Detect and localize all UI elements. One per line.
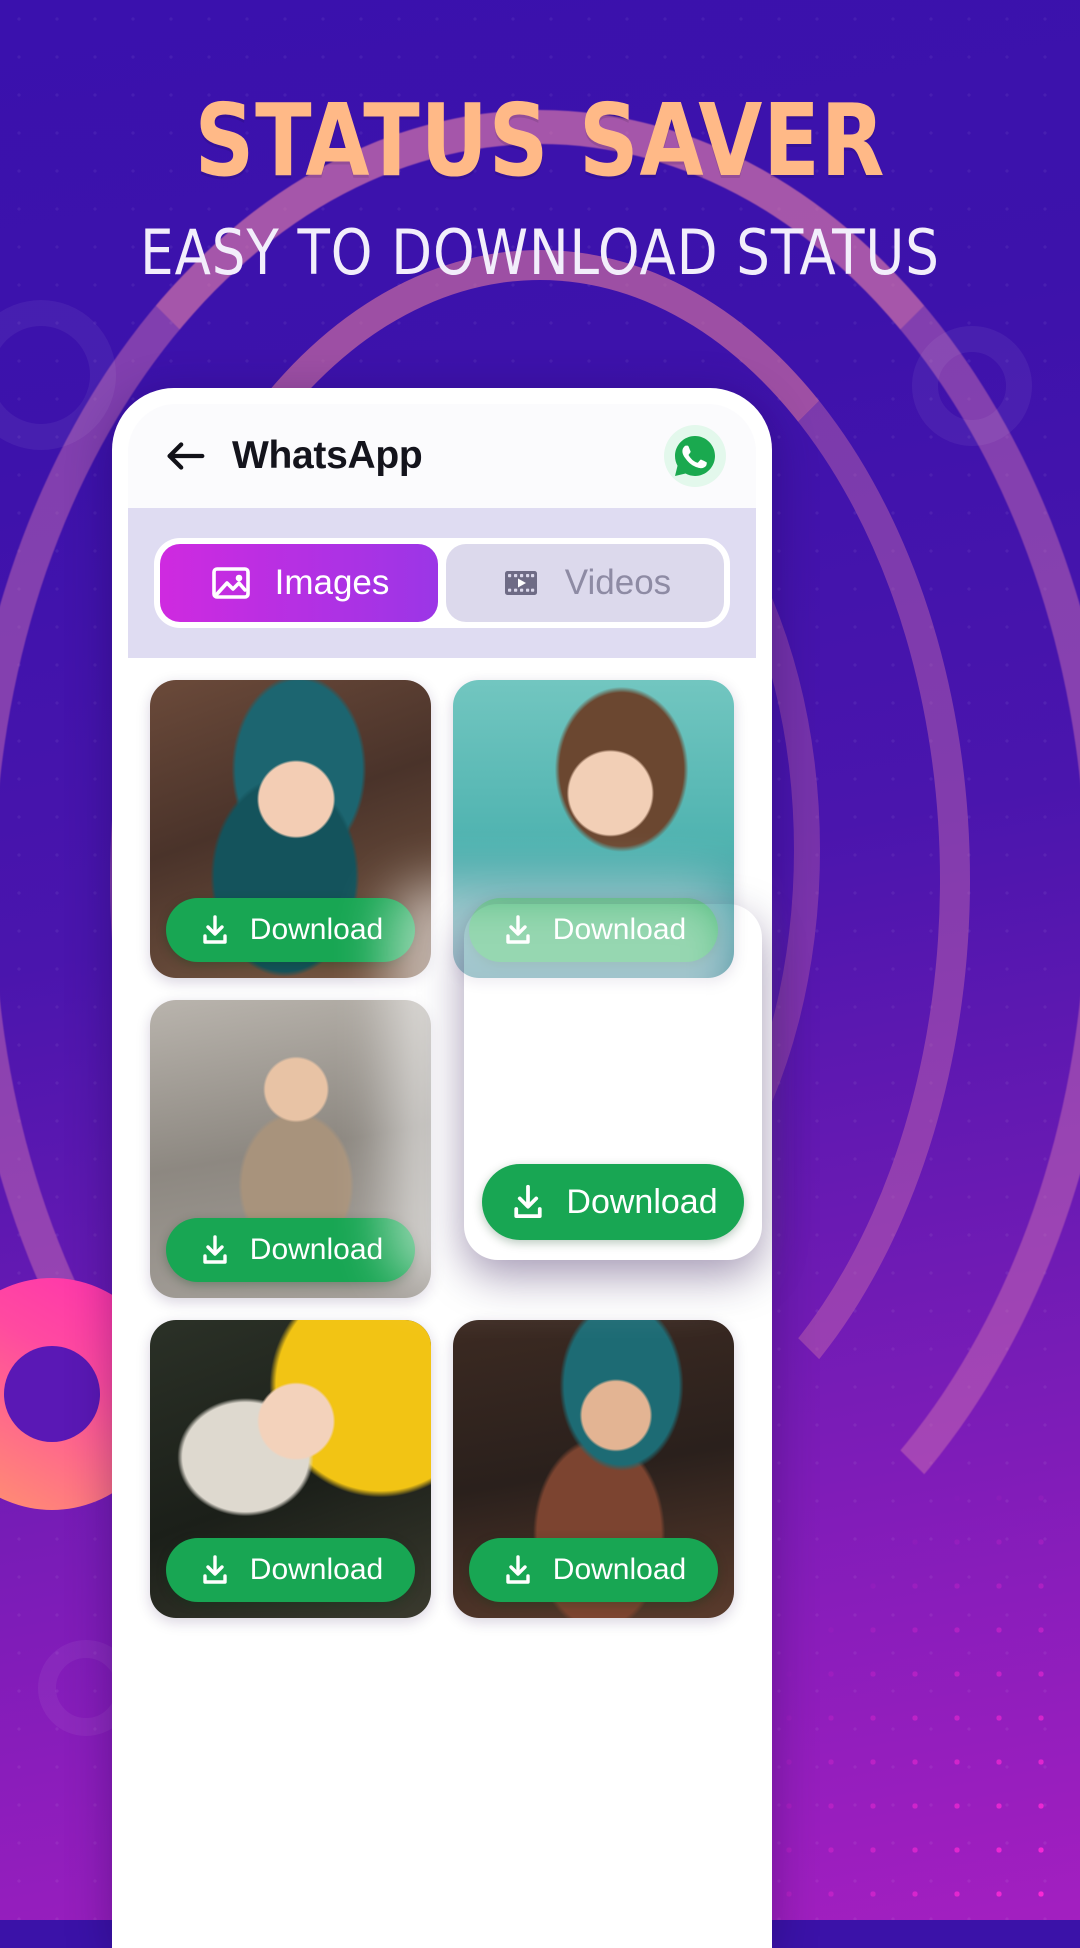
download-button-label: Download	[249, 913, 384, 946]
whatsapp-badge[interactable]	[664, 425, 726, 487]
film-icon	[504, 571, 537, 595]
promo-header: STATUS SAVER EASY TO DOWNLOAD STATUS	[0, 0, 1080, 290]
download-button-label: Download	[249, 1233, 384, 1266]
bottom-spacer	[150, 1618, 734, 1658]
status-gallery: Download Download Download Download	[128, 658, 756, 1948]
download-icon	[203, 1555, 227, 1584]
download-icon	[203, 1235, 227, 1264]
download-button-label: Download	[552, 1553, 687, 1586]
download-icon	[506, 1555, 530, 1584]
image-icon	[211, 567, 250, 599]
download-icon	[514, 1184, 543, 1218]
tab-bar: Images Videos	[154, 538, 730, 628]
status-card[interactable]: Download	[453, 1320, 734, 1618]
tab-area: Images Videos	[128, 508, 756, 658]
tab-videos-label: Videos	[564, 563, 672, 602]
download-button[interactable]: Download	[166, 1218, 415, 1282]
featured-download-label: Download	[566, 1182, 718, 1221]
status-card[interactable]: Download	[150, 1320, 431, 1618]
download-button[interactable]: Download	[166, 1538, 415, 1602]
whatsapp-icon	[675, 436, 715, 476]
featured-download-button[interactable]: Download	[482, 1164, 744, 1240]
download-button-label: Download	[249, 1553, 384, 1586]
phone-mockup: WhatsApp Images Videos Download Download…	[112, 388, 772, 1948]
tab-images-label: Images	[274, 563, 390, 602]
promo-title: STATUS SAVER	[194, 82, 886, 199]
back-arrow-icon[interactable]	[162, 433, 208, 479]
download-button[interactable]: Download	[166, 898, 415, 962]
app-bar: WhatsApp	[128, 404, 756, 508]
promo-subtitle: EASY TO DOWNLOAD STATUS	[140, 216, 940, 289]
app-bar-title: WhatsApp	[232, 434, 423, 477]
tab-videos[interactable]: Videos	[446, 544, 724, 622]
decorative-ring-right	[912, 326, 1032, 446]
download-button[interactable]: Download	[469, 1538, 718, 1602]
download-icon	[203, 915, 227, 944]
tab-images[interactable]: Images	[160, 544, 438, 622]
featured-status-card[interactable]: Download	[464, 904, 762, 1260]
